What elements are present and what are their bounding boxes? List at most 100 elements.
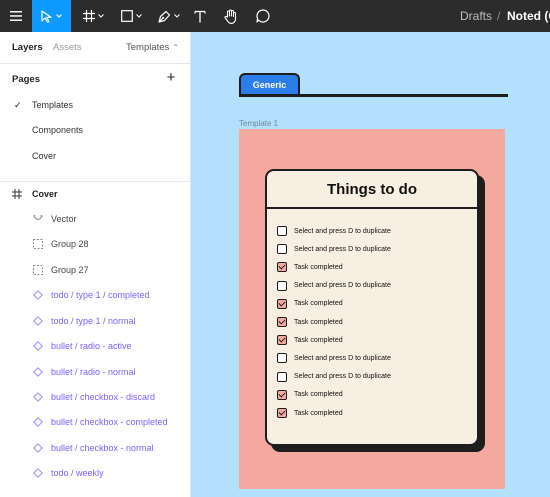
- breadcrumb-separator: /: [497, 9, 501, 23]
- design-canvas[interactable]: Generic Template 1 Things to do Select a…: [191, 32, 550, 497]
- page-item-components[interactable]: Components: [0, 118, 190, 142]
- comment-icon: [256, 9, 270, 23]
- cursor-icon: [41, 9, 52, 23]
- checkbox-empty-icon[interactable]: [277, 371, 287, 382]
- comment-tool-button[interactable]: [252, 0, 274, 32]
- checkbox-checked-icon[interactable]: [277, 389, 287, 400]
- breadcrumb-drafts[interactable]: Drafts: [460, 0, 492, 32]
- checkbox-empty-icon[interactable]: [277, 244, 287, 255]
- checkbox-checked-icon[interactable]: [277, 335, 287, 346]
- todo-text: Select and press D to duplicate: [294, 245, 391, 253]
- file-name[interactable]: Noted (C: [507, 0, 550, 32]
- todo-text: Select and press D to duplicate: [294, 227, 391, 235]
- layer-label: Cover: [32, 189, 58, 199]
- rectangle-icon: [120, 10, 133, 22]
- frame-label[interactable]: Template 1: [239, 119, 278, 128]
- hamburger-icon: [10, 11, 22, 21]
- main-menu-button[interactable]: [0, 0, 32, 32]
- todo-card[interactable]: Things to do Select and press D to dupli…: [265, 169, 479, 446]
- frame-tool-button[interactable]: [76, 0, 110, 32]
- todo-item[interactable]: Task completed: [277, 315, 343, 329]
- todo-item[interactable]: Task completed: [277, 406, 343, 420]
- layer-label: todo / weekly: [51, 468, 104, 478]
- checkbox-empty-icon[interactable]: [277, 226, 287, 236]
- generic-tab[interactable]: Generic: [239, 73, 300, 95]
- pen-tool-button[interactable]: [152, 0, 186, 32]
- move-tool-button[interactable]: [32, 0, 71, 32]
- todo-item[interactable]: Task completed: [277, 388, 343, 402]
- group-icon: [33, 239, 43, 249]
- component-instance-icon: [33, 316, 43, 326]
- layer-item[interactable]: todo / type 1 / normal: [0, 309, 190, 333]
- todo-item[interactable]: Select and press D to duplicate: [277, 351, 391, 365]
- checkbox-checked-icon[interactable]: [277, 317, 287, 327]
- layer-item[interactable]: Group 27: [0, 258, 190, 282]
- layer-item[interactable]: todo / weekly: [0, 461, 190, 485]
- layer-label: bullet / radio - normal: [51, 367, 136, 377]
- vector-icon: [33, 214, 43, 224]
- text-icon: [194, 10, 206, 22]
- layer-item[interactable]: bullet / checkbox - normal: [0, 436, 190, 460]
- component-instance-icon: [33, 468, 43, 478]
- shape-tool-button[interactable]: [114, 0, 148, 32]
- layer-label: bullet / checkbox - normal: [51, 443, 154, 453]
- card-title: Things to do: [267, 171, 477, 209]
- layer-item[interactable]: bullet / checkbox - completed: [0, 410, 190, 434]
- frame-icon: [12, 189, 22, 199]
- todo-text: Task completed: [294, 318, 343, 326]
- component-instance-icon: [33, 290, 43, 300]
- chevron-up-icon: ⌃: [172, 43, 180, 52]
- chevron-down-icon: [56, 14, 62, 18]
- tab-templates[interactable]: Templates ⌃: [126, 42, 179, 53]
- todo-text: Task completed: [294, 263, 343, 271]
- pen-icon: [158, 10, 171, 23]
- page-item-label: Templates: [32, 100, 74, 110]
- todo-item[interactable]: Task completed: [277, 260, 343, 274]
- chevron-down-icon: [135, 14, 142, 18]
- todo-item[interactable]: Select and press D to duplicate: [277, 242, 391, 256]
- text-tool-button[interactable]: [190, 0, 210, 32]
- layer-label: todo / type 1 / completed: [51, 290, 150, 300]
- page-item-templates[interactable]: ✓ Templates: [0, 93, 190, 117]
- component-instance-icon: [33, 392, 43, 402]
- layer-label: Group 28: [51, 239, 89, 249]
- todo-item[interactable]: Select and press D to duplicate: [277, 279, 391, 293]
- layer-item[interactable]: Group 28: [0, 232, 190, 256]
- tab-assets[interactable]: Assets: [53, 42, 82, 53]
- todo-item[interactable]: Task completed: [277, 333, 343, 347]
- page-item-cover[interactable]: Cover: [0, 144, 190, 168]
- template-frame[interactable]: Things to do Select and press D to dupli…: [239, 129, 505, 489]
- hand-icon: [224, 8, 237, 24]
- component-instance-icon: [33, 367, 43, 377]
- hand-tool-button[interactable]: [220, 0, 242, 32]
- layer-item[interactable]: bullet / checkbox - discard: [0, 385, 190, 409]
- layer-item[interactable]: bullet / radio - normal: [0, 360, 190, 384]
- checkbox-checked-icon[interactable]: [277, 408, 287, 418]
- pages-section-title: Pages: [12, 74, 40, 85]
- todo-item[interactable]: Select and press D to duplicate: [277, 370, 391, 384]
- todo-text: Select and press D to duplicate: [294, 354, 391, 362]
- panel-tabs: Layers Assets Templates ⌃: [0, 32, 190, 64]
- layer-frame-cover[interactable]: Cover: [0, 182, 190, 206]
- todo-item[interactable]: Select and press D to duplicate: [277, 224, 391, 238]
- chevron-down-icon: [97, 14, 104, 18]
- layer-item[interactable]: todo / type 1 / completed: [0, 283, 190, 307]
- checkbox-empty-icon[interactable]: [277, 353, 287, 364]
- layer-item[interactable]: bullet / radio - active: [0, 334, 190, 358]
- checkbox-checked-icon[interactable]: [277, 262, 287, 273]
- todo-text: Task completed: [294, 336, 343, 344]
- add-page-button[interactable]: +: [164, 68, 178, 86]
- tab-layers[interactable]: Layers: [12, 42, 43, 53]
- page-item-label: Components: [32, 125, 84, 135]
- checkbox-empty-icon[interactable]: [277, 280, 287, 291]
- layer-item[interactable]: Vector: [0, 207, 190, 231]
- layer-label: todo / type 1 / normal: [51, 316, 136, 326]
- left-panel: Layers Assets Templates ⌃ Pages + ✓ Templ…: [0, 32, 191, 497]
- checkbox-checked-icon[interactable]: [277, 298, 287, 309]
- todo-text: Task completed: [294, 409, 343, 417]
- plus-icon: +: [166, 68, 176, 86]
- todo-item[interactable]: Task completed: [277, 297, 343, 311]
- todo-text: Task completed: [294, 300, 343, 308]
- layer-label: bullet / checkbox - discard: [51, 392, 156, 402]
- layer-label: bullet / radio - active: [51, 341, 132, 351]
